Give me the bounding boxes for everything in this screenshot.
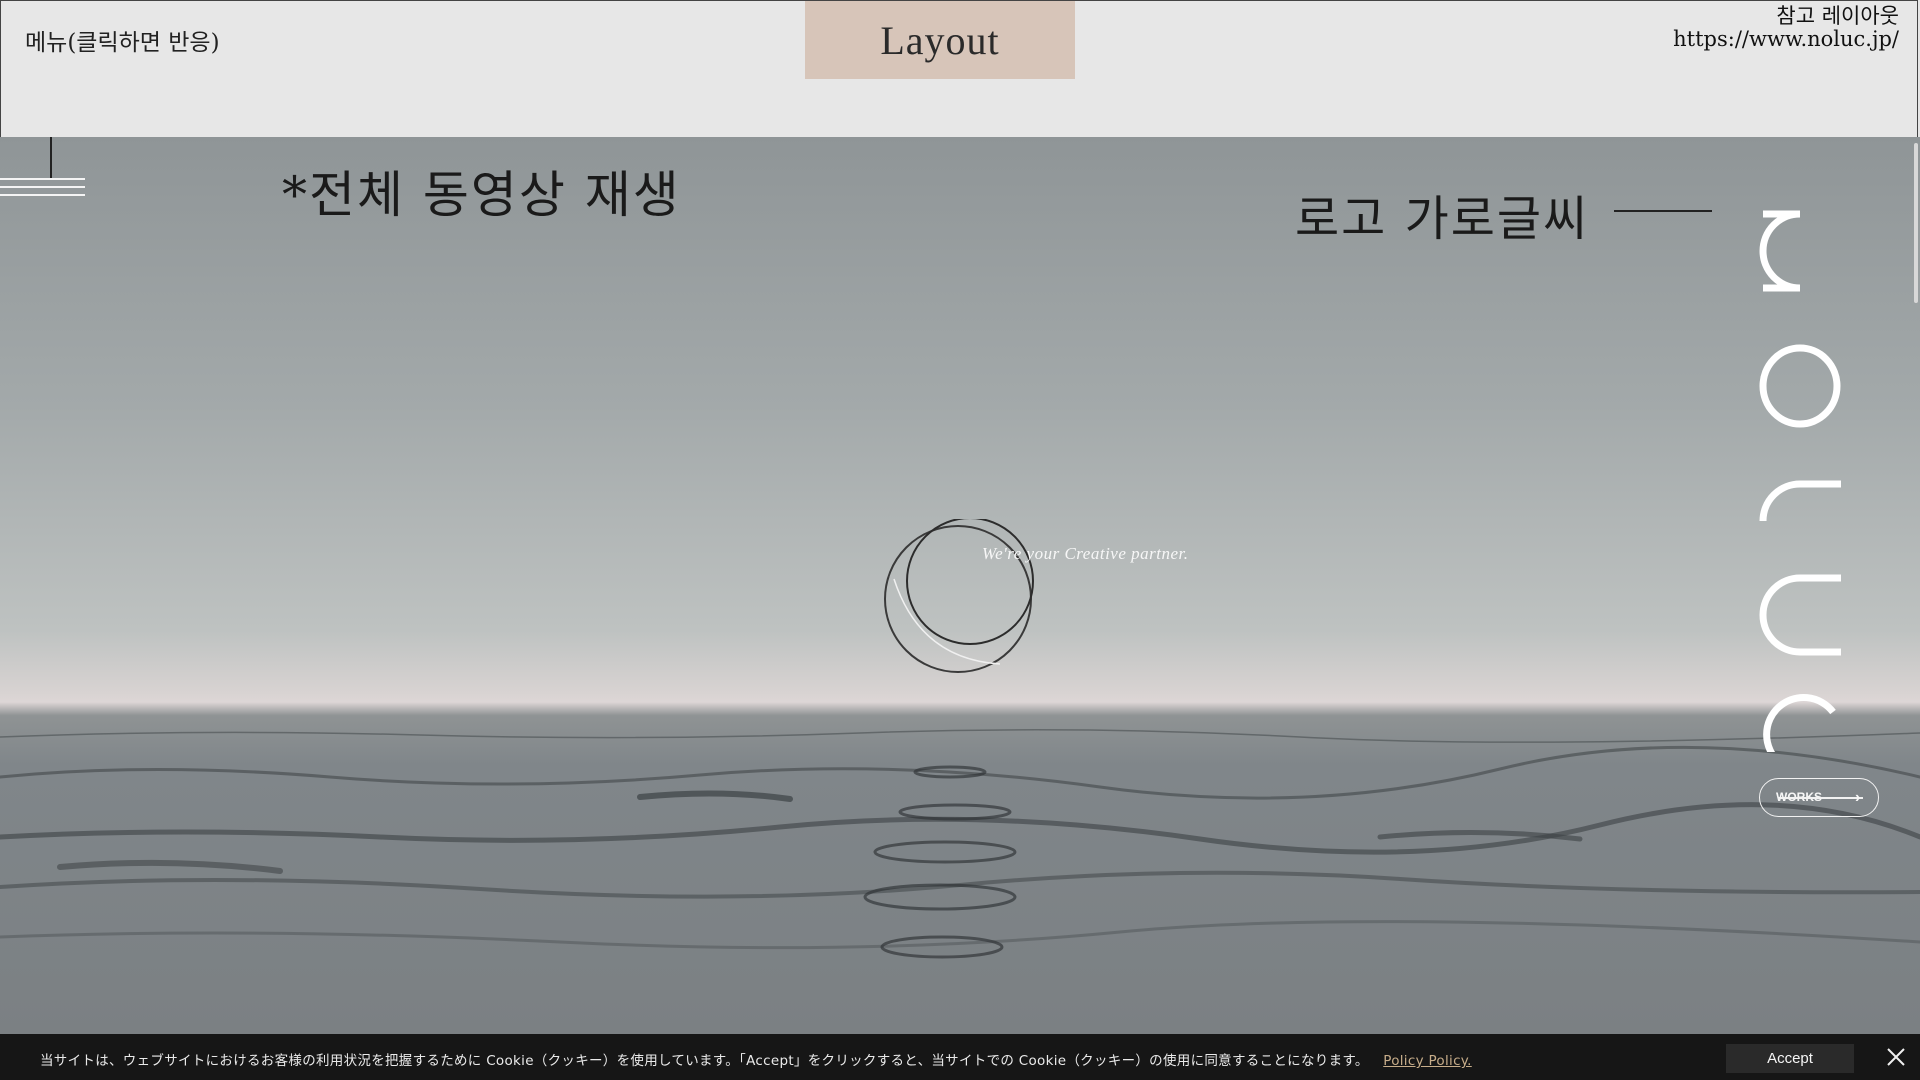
- video-annotation: *전체 동영상 재생: [282, 166, 681, 224]
- cookie-text-wrapper: 当サイトは、ウェブサイトにおけるお客様の利用状況を把握するために Cookie（…: [40, 1049, 1472, 1069]
- layout-tab: Layout: [805, 1, 1075, 79]
- reference-annotation: 참고 레이아웃 https://www.noluc.jp/: [1673, 5, 1899, 51]
- interlocking-circles-icon: [884, 519, 1034, 673]
- menu-pointer-line: [50, 137, 52, 178]
- works-button[interactable]: WORKS ›: [1759, 778, 1879, 817]
- cookie-banner: 当サイトは、ウェブサイトにおけるお客様の利用状況を把握するために Cookie（…: [0, 1034, 1920, 1080]
- cookie-message: 当サイトは、ウェブサイトにおけるお客様の利用状況を把握するために Cookie（…: [40, 1053, 1369, 1069]
- close-icon[interactable]: [1885, 1046, 1907, 1068]
- top-annotation-bar: 메뉴(클릭하면 반응) Layout 참고 레이아웃 https://www.n…: [0, 0, 1918, 137]
- menu-annotation: 메뉴(클릭하면 반응): [25, 30, 220, 56]
- policy-link[interactable]: Policy Policy.: [1383, 1053, 1472, 1069]
- reference-url[interactable]: https://www.noluc.jp/: [1673, 28, 1899, 51]
- accept-button[interactable]: Accept: [1726, 1044, 1854, 1073]
- scrollbar-thumb[interactable]: [1914, 143, 1918, 303]
- logo-annotation: 로고 가로글씨: [1295, 191, 1590, 247]
- arrow-right-icon: ›: [1855, 789, 1861, 806]
- vertical-logo: [1759, 210, 1841, 752]
- reference-label: 참고 레이아웃: [1776, 4, 1899, 28]
- scrollbar[interactable]: [1911, 137, 1920, 1034]
- reflection: [863, 765, 1017, 959]
- hamburger-icon[interactable]: [0, 178, 85, 202]
- arrow-line: [1778, 797, 1863, 799]
- tagline: We're your Creative partner.: [982, 544, 1189, 563]
- hero-video: *전체 동영상 재생 로고 가로글씨 We're your Creative p…: [0, 137, 1920, 1034]
- logo-pointer-line: [1614, 210, 1712, 212]
